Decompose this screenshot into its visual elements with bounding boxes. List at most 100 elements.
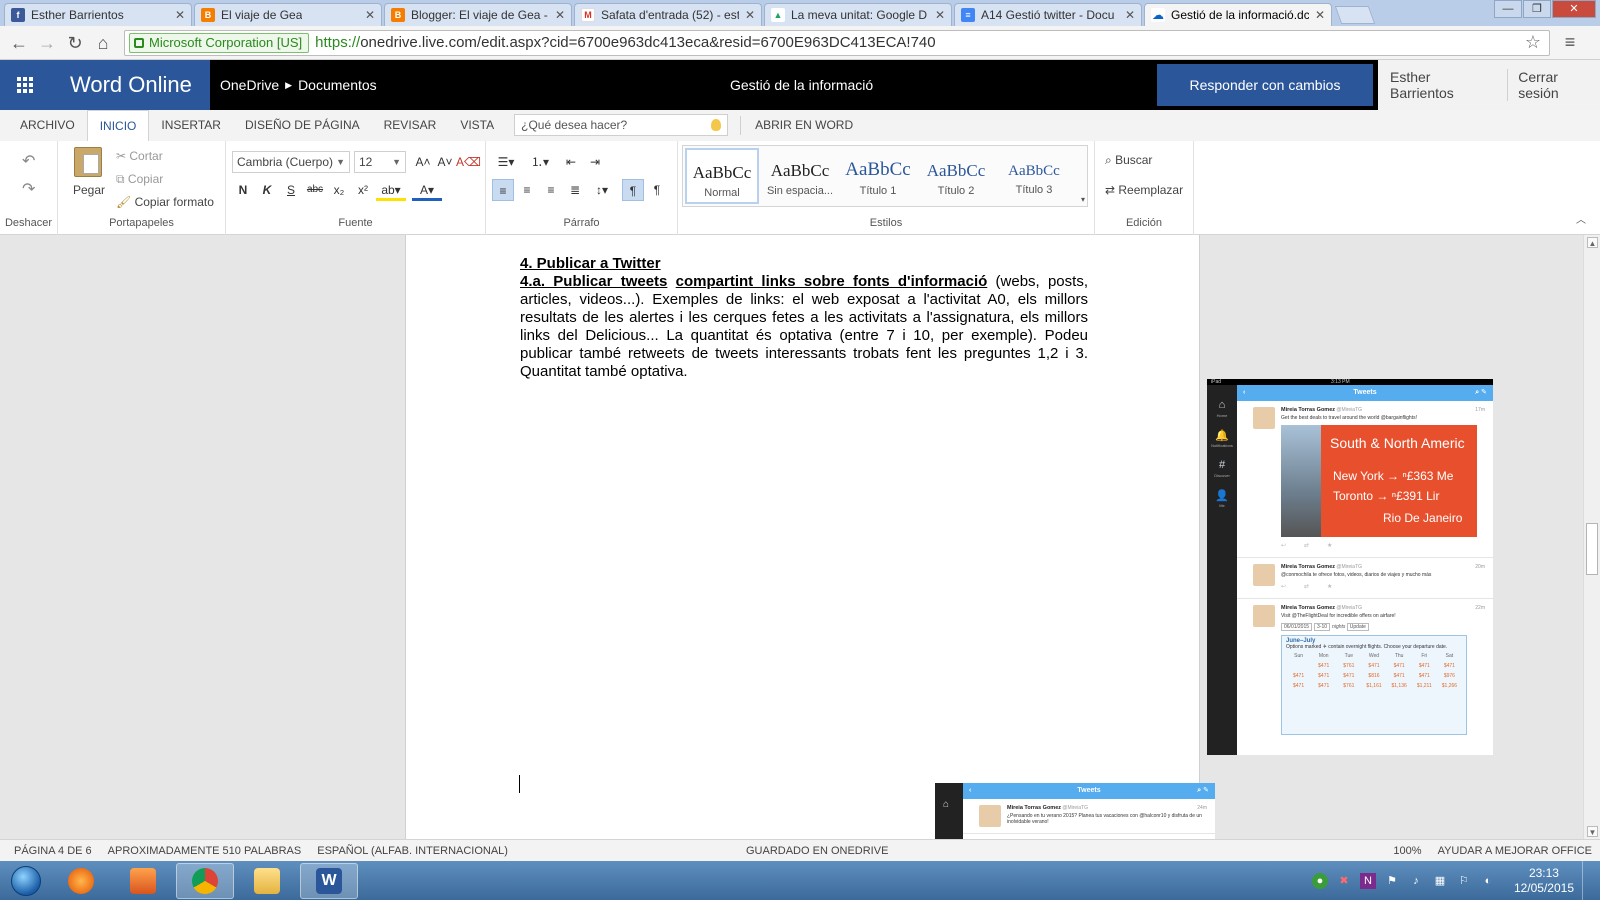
- close-tab-icon[interactable]: ✕: [365, 8, 375, 22]
- close-tab-icon[interactable]: ✕: [1125, 8, 1135, 22]
- highlight-icon[interactable]: ab▾: [376, 179, 406, 201]
- flag-icon[interactable]: ⚑: [1384, 873, 1400, 889]
- align-left-icon[interactable]: ≡: [492, 179, 514, 201]
- document-body[interactable]: 4. Publicar a Twitter 4.a. Publicar twee…: [520, 255, 1088, 381]
- decrease-indent-icon[interactable]: ⇤: [560, 151, 582, 173]
- document-title[interactable]: Gestió de la informació: [730, 77, 873, 93]
- app-launcher-icon[interactable]: [0, 60, 50, 110]
- taskbar-app-firefox[interactable]: [52, 863, 110, 899]
- paste-icon[interactable]: [74, 147, 102, 177]
- new-tab-button[interactable]: [1334, 6, 1376, 24]
- show-desktop-button[interactable]: [1582, 861, 1594, 900]
- font-size-select[interactable]: 12 ▼: [354, 151, 406, 173]
- tell-me-input[interactable]: ¿Qué desea hacer?: [514, 114, 729, 136]
- tab-inicio[interactable]: INICIO: [86, 110, 150, 141]
- scroll-up-icon[interactable]: ▲: [1587, 237, 1598, 248]
- styles-more-icon[interactable]: ▾: [1081, 195, 1085, 204]
- user-name[interactable]: Esther Barrientos: [1378, 69, 1509, 101]
- justify-icon[interactable]: ≣: [564, 179, 586, 201]
- style-normal[interactable]: AaBbCc Normal: [685, 148, 759, 204]
- subscript-button[interactable]: x₂: [328, 179, 350, 201]
- close-window-icon[interactable]: ✕: [1552, 0, 1596, 18]
- vertical-scrollbar[interactable]: ▲ ▼: [1583, 235, 1600, 839]
- tab-insertar[interactable]: INSERTAR: [149, 110, 233, 141]
- cut-button[interactable]: ✂ Cortar: [116, 149, 163, 163]
- style-no-spacing[interactable]: AaBbCc Sin espacia...: [763, 148, 837, 204]
- page-count[interactable]: PÁGINA 4 DE 6: [0, 845, 100, 857]
- undo-icon[interactable]: ↶: [22, 151, 35, 171]
- maximize-icon[interactable]: ❐: [1523, 0, 1551, 18]
- tray-app-icon[interactable]: ◐: [1480, 873, 1496, 889]
- paste-button[interactable]: Pegar: [73, 183, 105, 197]
- strikethrough-button[interactable]: abc: [304, 179, 326, 201]
- reply-with-changes-button[interactable]: Responder con cambios: [1157, 64, 1373, 106]
- word-count[interactable]: APROXIMADAMENTE 510 PALABRAS: [100, 845, 310, 857]
- breadcrumb-onedrive[interactable]: OneDrive: [220, 77, 279, 93]
- close-tab-icon[interactable]: ✕: [1315, 8, 1325, 22]
- close-tab-icon[interactable]: ✕: [745, 8, 755, 22]
- grow-font-icon[interactable]: A˄: [412, 151, 434, 173]
- ev-certificate-badge[interactable]: Microsoft Corporation [US]: [129, 32, 310, 53]
- format-painter-button[interactable]: 🖌 Copiar formato: [116, 195, 214, 209]
- start-button[interactable]: [4, 863, 48, 899]
- align-right-icon[interactable]: ≡: [540, 179, 562, 201]
- style-heading-3[interactable]: AaBbCc Título 3: [997, 148, 1071, 204]
- browser-tab-facebook[interactable]: f Esther Barrientos ✕: [4, 3, 192, 26]
- italic-button[interactable]: K: [256, 179, 278, 201]
- bold-button[interactable]: N: [232, 179, 254, 201]
- tab-vista[interactable]: VISTA: [448, 110, 506, 141]
- bookmark-star-icon[interactable]: ☆: [1525, 32, 1541, 53]
- increase-indent-icon[interactable]: ⇥: [584, 151, 606, 173]
- browser-tab-docs[interactable]: ≡ A14 Gestió twitter - Docu ✕: [954, 3, 1142, 26]
- sign-out-link[interactable]: Cerrar sesión: [1508, 69, 1600, 101]
- ltr-icon[interactable]: ¶: [622, 179, 644, 201]
- browser-tab-onedrive[interactable]: ☁ Gestió de la informació.dc ✕: [1144, 3, 1332, 26]
- language-indicator[interactable]: ESPAÑOL (ALFAB. INTERNACIONAL): [309, 845, 516, 857]
- close-tab-icon[interactable]: ✕: [935, 8, 945, 22]
- taskbar-app-explorer[interactable]: [238, 863, 296, 899]
- network-icon[interactable]: ▦: [1432, 873, 1448, 889]
- superscript-button[interactable]: x²: [352, 179, 374, 201]
- tab-diseno[interactable]: DISEÑO DE PÁGINA: [233, 110, 372, 141]
- close-tab-icon[interactable]: ✕: [555, 8, 565, 22]
- tab-revisar[interactable]: REVISAR: [372, 110, 449, 141]
- embedded-screenshot-tweets-2[interactable]: ⌂ ‹ Tweets ⌕ ✎ Mireia Torras Gomez @Mire…: [935, 783, 1215, 839]
- app-brand[interactable]: Word Online: [50, 60, 210, 110]
- onenote-icon[interactable]: N: [1359, 872, 1376, 889]
- hamburger-menu-icon[interactable]: ≡: [1558, 32, 1582, 53]
- tab-archivo[interactable]: ARCHIVO: [0, 110, 87, 141]
- tray-app-icon[interactable]: ●: [1311, 872, 1328, 889]
- bullets-icon[interactable]: ☰▾: [492, 151, 520, 173]
- taskbar-app-chrome[interactable]: [176, 862, 234, 899]
- replace-button[interactable]: ⇄ Reemplazar: [1105, 183, 1183, 197]
- reload-icon[interactable]: ↻: [62, 30, 88, 56]
- close-tab-icon[interactable]: ✕: [175, 8, 185, 22]
- scroll-thumb[interactable]: [1586, 523, 1598, 575]
- taskbar-app-media[interactable]: [114, 863, 172, 899]
- browser-tab-blogger[interactable]: B Blogger: El viaje de Gea - ✕: [384, 3, 572, 26]
- embedded-screenshot-tweets[interactable]: iPad 3:13 PM ⌂ Home 🔔 Notifications # Dis…: [1207, 379, 1493, 755]
- back-arrow-icon[interactable]: ←: [6, 30, 32, 56]
- home-icon[interactable]: ⌂: [90, 30, 116, 56]
- forward-arrow-icon[interactable]: →: [34, 30, 60, 56]
- browser-tab-gmail[interactable]: M Safata d'entrada (52) - est ✕: [574, 3, 762, 26]
- system-clock[interactable]: 23:13 12/05/2015: [1514, 866, 1574, 896]
- redo-icon[interactable]: ↷: [22, 179, 35, 199]
- numbering-icon[interactable]: ⒈▾: [526, 151, 554, 173]
- document-page[interactable]: 4. Publicar a Twitter 4.a. Publicar twee…: [405, 235, 1493, 839]
- rtl-icon[interactable]: ¶: [646, 179, 668, 201]
- shrink-font-icon[interactable]: A˅: [434, 151, 456, 173]
- address-bar[interactable]: Microsoft Corporation [US] https:// oned…: [124, 29, 1550, 56]
- scroll-down-icon[interactable]: ▼: [1587, 826, 1598, 837]
- find-button[interactable]: ⌕ Buscar: [1105, 153, 1152, 168]
- volume-icon[interactable]: ♪: [1408, 873, 1424, 889]
- clear-formatting-icon[interactable]: A⌫: [456, 151, 481, 173]
- underline-button[interactable]: S: [280, 179, 302, 201]
- breadcrumb-documentos[interactable]: Documentos: [298, 77, 377, 93]
- zoom-level[interactable]: 100%: [1379, 845, 1429, 857]
- line-spacing-icon[interactable]: ↕▾: [588, 179, 616, 201]
- browser-tab-drive[interactable]: ▲ La meva unitat: Google D ✕: [764, 3, 952, 26]
- help-improve-link[interactable]: AYUDAR A MEJORAR OFFICE: [1430, 845, 1600, 857]
- action-center-icon[interactable]: ⚐: [1456, 873, 1472, 889]
- open-in-word-button[interactable]: ABRIR EN WORD: [743, 110, 865, 141]
